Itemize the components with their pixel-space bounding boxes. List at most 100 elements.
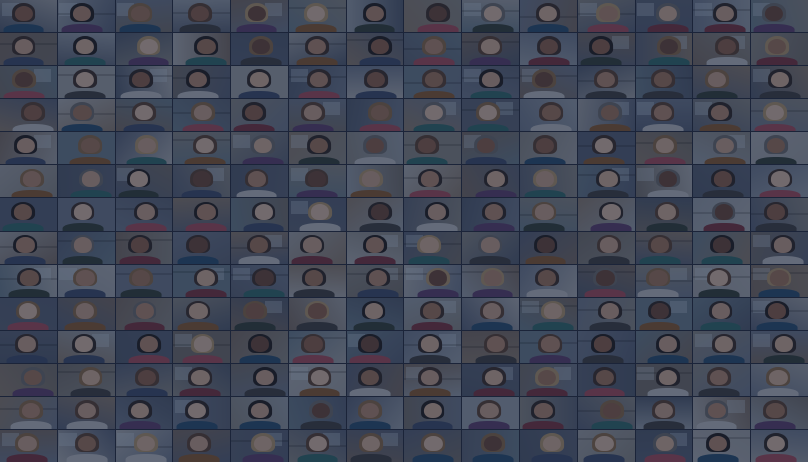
participant-tile[interactable]: [57, 429, 115, 462]
participant-tile[interactable]: [57, 231, 115, 264]
participant-tile[interactable]: [288, 363, 346, 396]
participant-tile[interactable]: [115, 132, 173, 165]
participant-tile[interactable]: [693, 198, 751, 231]
participant-tile[interactable]: [693, 132, 751, 165]
participant-tile[interactable]: [462, 33, 520, 66]
participant-tile[interactable]: [115, 363, 173, 396]
participant-tile[interactable]: [288, 165, 346, 198]
participant-tile[interactable]: [462, 264, 520, 297]
participant-tile[interactable]: [346, 429, 404, 462]
participant-tile[interactable]: [57, 330, 115, 363]
participant-tile[interactable]: [231, 330, 288, 363]
participant-tile[interactable]: [462, 132, 520, 165]
participant-tile[interactable]: [231, 165, 288, 198]
participant-tile[interactable]: [751, 165, 808, 198]
participant-tile[interactable]: [404, 396, 462, 429]
participant-tile[interactable]: [635, 363, 693, 396]
participant-tile[interactable]: [346, 0, 404, 33]
participant-tile[interactable]: [231, 264, 288, 297]
participant-tile[interactable]: [288, 264, 346, 297]
participant-tile[interactable]: [57, 99, 115, 132]
participant-tile[interactable]: [288, 99, 346, 132]
participant-tile[interactable]: [520, 297, 577, 330]
participant-tile[interactable]: [577, 429, 635, 462]
participant-tile[interactable]: [693, 363, 751, 396]
participant-tile[interactable]: [635, 132, 693, 165]
participant-tile[interactable]: [346, 297, 404, 330]
participant-tile[interactable]: [173, 33, 231, 66]
participant-tile[interactable]: [288, 429, 346, 462]
participant-tile[interactable]: [115, 396, 173, 429]
participant-tile[interactable]: [404, 132, 462, 165]
participant-tile[interactable]: [0, 132, 57, 165]
participant-tile[interactable]: [751, 297, 808, 330]
participant-tile[interactable]: [751, 33, 808, 66]
participant-tile[interactable]: [693, 99, 751, 132]
participant-tile[interactable]: [288, 330, 346, 363]
participant-tile[interactable]: [115, 231, 173, 264]
participant-tile[interactable]: [751, 66, 808, 99]
participant-tile[interactable]: [115, 66, 173, 99]
participant-tile[interactable]: [635, 165, 693, 198]
participant-tile[interactable]: [462, 165, 520, 198]
participant-tile[interactable]: [288, 297, 346, 330]
participant-tile[interactable]: [173, 99, 231, 132]
participant-tile[interactable]: [404, 198, 462, 231]
participant-tile[interactable]: [288, 132, 346, 165]
participant-tile[interactable]: [577, 363, 635, 396]
participant-tile[interactable]: [346, 132, 404, 165]
participant-tile[interactable]: [520, 264, 577, 297]
participant-tile[interactable]: [404, 297, 462, 330]
participant-tile[interactable]: [635, 264, 693, 297]
participant-tile[interactable]: [57, 0, 115, 33]
participant-tile[interactable]: [346, 33, 404, 66]
participant-tile[interactable]: [635, 429, 693, 462]
participant-tile[interactable]: [346, 363, 404, 396]
participant-tile[interactable]: [751, 264, 808, 297]
participant-tile[interactable]: [520, 132, 577, 165]
participant-tile[interactable]: [520, 99, 577, 132]
participant-tile[interactable]: [231, 99, 288, 132]
participant-tile[interactable]: [231, 66, 288, 99]
participant-tile[interactable]: [577, 132, 635, 165]
participant-tile[interactable]: [751, 363, 808, 396]
participant-tile[interactable]: [520, 0, 577, 33]
participant-tile[interactable]: [693, 264, 751, 297]
participant-tile[interactable]: [520, 231, 577, 264]
participant-tile[interactable]: [288, 0, 346, 33]
participant-tile[interactable]: [57, 363, 115, 396]
participant-tile[interactable]: [0, 429, 57, 462]
participant-tile[interactable]: [173, 297, 231, 330]
participant-tile[interactable]: [404, 363, 462, 396]
participant-tile[interactable]: [404, 231, 462, 264]
participant-tile[interactable]: [115, 297, 173, 330]
participant-tile[interactable]: [693, 396, 751, 429]
participant-tile[interactable]: [288, 66, 346, 99]
participant-tile[interactable]: [0, 198, 57, 231]
participant-tile[interactable]: [173, 330, 231, 363]
participant-tile[interactable]: [577, 66, 635, 99]
participant-tile[interactable]: [57, 132, 115, 165]
participant-tile[interactable]: [173, 429, 231, 462]
participant-tile[interactable]: [693, 66, 751, 99]
participant-tile[interactable]: [462, 66, 520, 99]
participant-tile[interactable]: [231, 429, 288, 462]
participant-tile[interactable]: [635, 198, 693, 231]
participant-tile[interactable]: [173, 165, 231, 198]
participant-tile[interactable]: [231, 363, 288, 396]
participant-tile[interactable]: [115, 99, 173, 132]
participant-tile[interactable]: [693, 165, 751, 198]
participant-tile[interactable]: [404, 165, 462, 198]
participant-tile[interactable]: [231, 198, 288, 231]
participant-tile[interactable]: [288, 231, 346, 264]
participant-tile[interactable]: [231, 0, 288, 33]
participant-tile[interactable]: [462, 297, 520, 330]
participant-tile[interactable]: [520, 33, 577, 66]
participant-tile[interactable]: [0, 330, 57, 363]
participant-tile[interactable]: [231, 297, 288, 330]
participant-tile[interactable]: [404, 33, 462, 66]
participant-tile[interactable]: [635, 99, 693, 132]
participant-tile[interactable]: [115, 330, 173, 363]
participant-tile[interactable]: [231, 132, 288, 165]
participant-tile[interactable]: [115, 429, 173, 462]
